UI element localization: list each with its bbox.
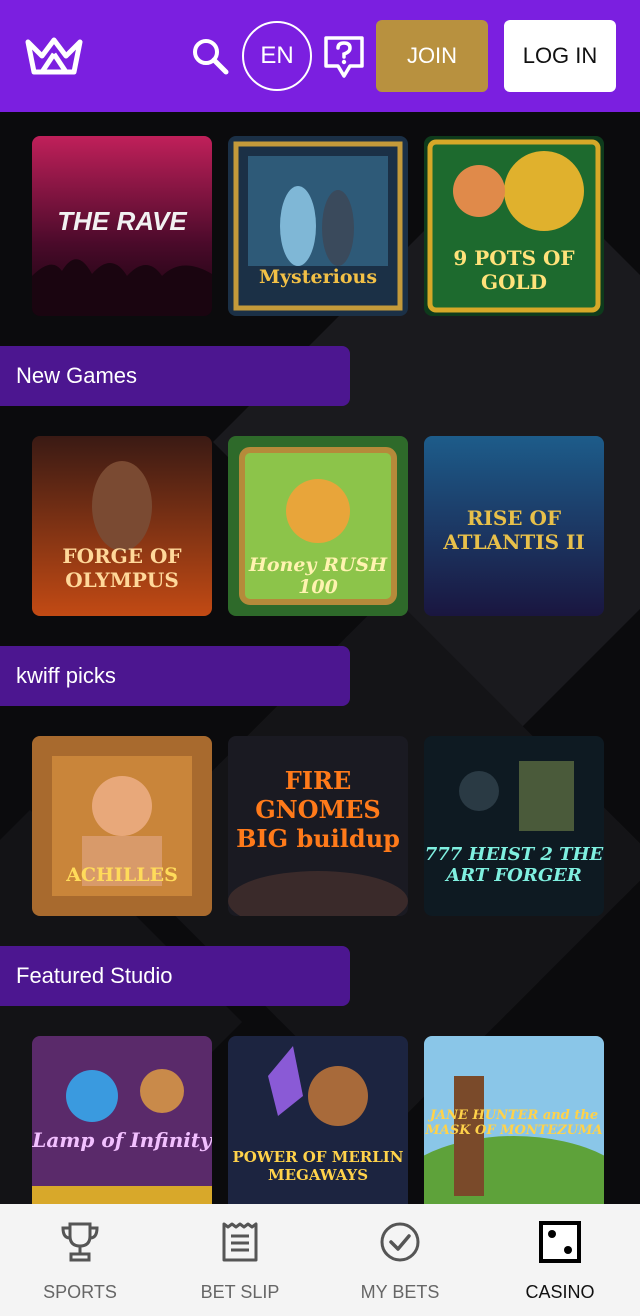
- nav-label: MY BETS: [360, 1282, 440, 1302]
- nav-item-my-bets[interactable]: MY BETS: [320, 1204, 480, 1316]
- check-circle-icon: [380, 1222, 420, 1262]
- language-button[interactable]: EN: [242, 21, 312, 91]
- join-button[interactable]: JOIN: [376, 20, 488, 92]
- nav-label: BET SLIP: [200, 1282, 280, 1302]
- nav-item-casino[interactable]: CASINO: [480, 1204, 640, 1316]
- nav-item-sports[interactable]: SPORTS: [0, 1204, 160, 1316]
- game-tile-9-pots-of-gold[interactable]: 9 POTS OF GOLD: [424, 136, 604, 316]
- section-header-new-games: New Games: [0, 346, 350, 406]
- search-icon[interactable]: [188, 34, 232, 78]
- game-tile-forge-of-olympus[interactable]: FORGE OF OLYMPUS: [32, 436, 212, 616]
- language-label: EN: [260, 42, 294, 69]
- section-header-featured-studio: Featured Studio: [0, 946, 350, 1006]
- top-header: EN JOIN LOG IN: [0, 0, 640, 112]
- section-title: kwiff picks: [16, 663, 116, 688]
- game-tile-power-of-merlin-megaways[interactable]: POWER OF MERLIN MEGAWAYS: [228, 1036, 408, 1216]
- login-label: LOG IN: [522, 43, 598, 68]
- help-icon[interactable]: [322, 34, 366, 80]
- game-tile-777-heist-2[interactable]: 777 HEIST 2 THE ART FORGER: [424, 736, 604, 916]
- game-tile-rise-of-atlantis-2[interactable]: RISE OF ATLANTIS II: [424, 436, 604, 616]
- section-title: New Games: [16, 363, 138, 388]
- section-header-kwiff-picks: kwiff picks: [0, 646, 350, 706]
- game-tile-lamp-of-infinity[interactable]: Lamp of Infinity: [32, 1036, 212, 1216]
- nav-label: CASINO: [525, 1282, 595, 1302]
- login-button[interactable]: LOG IN: [504, 20, 616, 92]
- game-tile-jane-hunter[interactable]: JANE HUNTER and the MASK OF MONTEZUMA: [424, 1036, 604, 1216]
- game-tile-mysterious[interactable]: Mysterious: [228, 136, 408, 316]
- nav-label: SPORTS: [43, 1282, 117, 1302]
- dice-icon: [539, 1221, 581, 1263]
- section-title: Featured Studio: [16, 963, 173, 988]
- game-tile-fire-gnomes[interactable]: FIRE GNOMES BIG buildup: [228, 736, 408, 916]
- game-tile-the-rave[interactable]: THE RAVE: [32, 136, 212, 316]
- game-tile-honey-rush-100[interactable]: Honey RUSH 100: [228, 436, 408, 616]
- trophy-icon: [61, 1222, 99, 1262]
- kwiff-crown-logo[interactable]: [22, 34, 86, 78]
- join-label: JOIN: [406, 43, 458, 68]
- game-tile-achilles[interactable]: ACHILLES: [32, 736, 212, 916]
- bottom-navigation: SPORTS BET SLIP MY BETS CASINO: [0, 1204, 640, 1316]
- receipt-icon: [222, 1222, 258, 1262]
- nav-item-bet-slip[interactable]: BET SLIP: [160, 1204, 320, 1316]
